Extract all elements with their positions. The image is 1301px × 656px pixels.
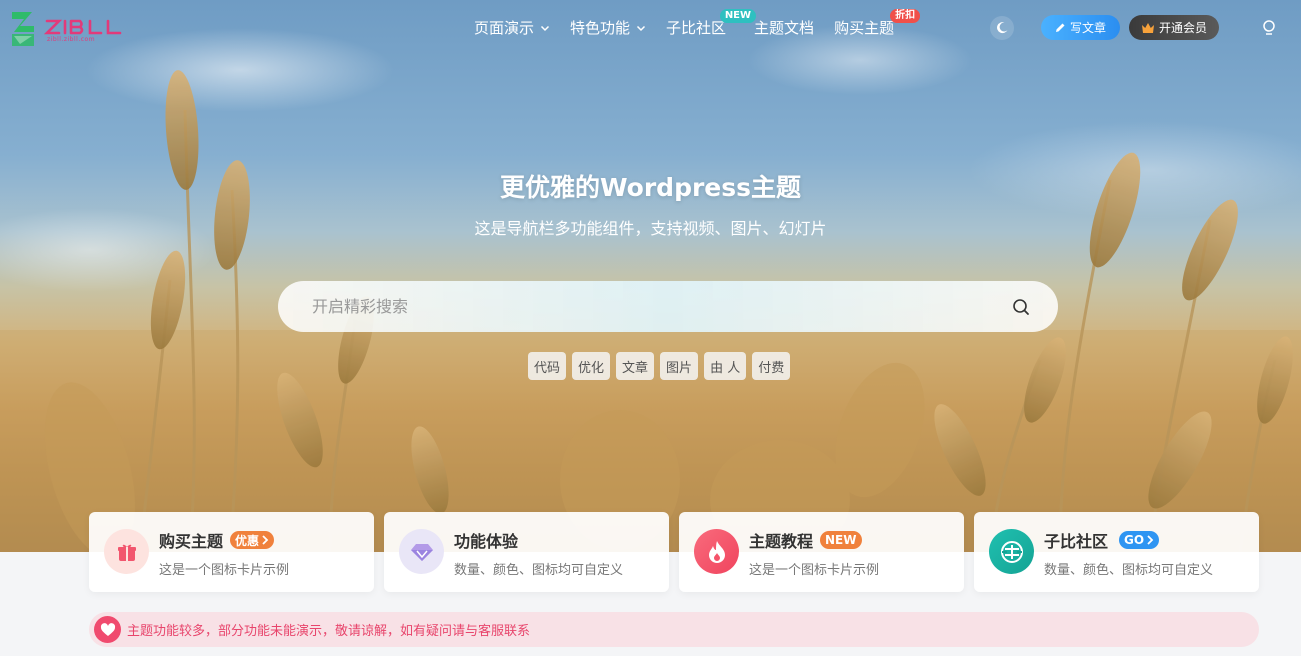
nav-item-buy[interactable]: 购买主题 折扣 <box>834 9 921 38</box>
card-icon-wrap <box>694 529 739 574</box>
card-title-wrap: 购买主题 优惠 <box>159 528 275 552</box>
card-buy-theme[interactable]: 购买主题 优惠 这是一个图标卡片示例 <box>89 512 374 592</box>
card-theme-tutorial[interactable]: 主题教程 NEW 这是一个图标卡片示例 <box>679 512 964 592</box>
chevron-down-icon <box>637 25 646 31</box>
card-title: 主题教程 <box>749 532 814 551</box>
search-button[interactable] <box>1010 296 1032 318</box>
card-icon-wrap <box>989 529 1034 574</box>
card-title-wrap: 子比社区 GO <box>1044 528 1160 552</box>
new-badge: NEW <box>719 9 757 23</box>
nav-item-docs[interactable]: 主题文档 <box>754 17 814 38</box>
crown-icon <box>1141 22 1154 33</box>
search-input[interactable] <box>278 281 1010 332</box>
search-tag[interactable]: 图片 <box>660 352 699 380</box>
site-logo[interactable]: zibll.zibll.com <box>10 10 126 48</box>
card-icon-wrap <box>104 529 149 574</box>
fire-icon <box>708 540 725 563</box>
card-icon-wrap <box>399 529 444 574</box>
search-box <box>278 281 1058 332</box>
open-vip-button[interactable]: 开通会员 <box>1129 15 1219 40</box>
user-button[interactable] <box>1258 17 1280 39</box>
search-hot-tags: 代码 优化 文章 图片 由 人 付费 <box>528 352 796 380</box>
icon-cards: 购买主题 优惠 这是一个图标卡片示例 功能体验 数量、颜色、图标均可自定义 主题… <box>89 512 1259 592</box>
write-article-button[interactable]: 写文章 <box>1041 15 1120 40</box>
nav-item-label: 特色功能 <box>570 19 631 37</box>
nav-item-label: 购买主题 <box>834 19 895 37</box>
card-description: 数量、颜色、图标均可自定义 <box>454 563 624 578</box>
vip-button-label: 开通会员 <box>1158 21 1207 35</box>
card-description: 这是一个图标卡片示例 <box>749 563 880 578</box>
card-badge-label: GO <box>1124 533 1145 547</box>
chevron-down-icon <box>540 25 550 31</box>
chevron-right-icon <box>1147 535 1154 545</box>
logo-subtitle: zibll.zibll.com <box>47 36 96 43</box>
card-feature-experience[interactable]: 功能体验 数量、颜色、图标均可自定义 <box>384 512 669 592</box>
nav-item-community[interactable]: 子比社区 NEW <box>666 9 757 38</box>
nav-item-features[interactable]: 特色功能 <box>570 17 646 38</box>
card-title-wrap: 功能体验 <box>454 528 518 552</box>
site-header: zibll.zibll.com 页面演示 特色功能 子比社区 NEW 主题文档 … <box>0 0 1301 56</box>
hero-subtitle: 这是导航栏多功能组件，支持视频、图片、幻灯片 <box>474 219 827 238</box>
moon-icon <box>997 22 1008 34</box>
search-tag[interactable]: 付费 <box>752 352 791 380</box>
hero-background <box>0 0 1301 552</box>
card-description: 这是一个图标卡片示例 <box>159 563 290 578</box>
notice-text: 主题功能较多，部分功能未能演示，敬请谅解，如有疑问请与客服联系 <box>127 624 531 639</box>
gift-icon <box>117 544 136 561</box>
card-badge-label: 优惠 <box>235 533 260 548</box>
search-tag[interactable]: 优化 <box>572 352 611 380</box>
search-tag[interactable]: 由 人 <box>704 352 747 380</box>
pencil-icon <box>1055 23 1065 32</box>
diamond-icon <box>410 543 433 561</box>
chevron-right-icon <box>262 535 269 545</box>
card-title: 子比社区 <box>1044 532 1109 551</box>
search-tag[interactable]: 文章 <box>616 352 655 380</box>
card-community[interactable]: 子比社区 GO 数量、颜色、图标均可自定义 <box>974 512 1259 592</box>
nav-item-label: 页面演示 <box>474 19 535 37</box>
theme-toggle-button[interactable] <box>990 16 1014 40</box>
nav-item-page-demo[interactable]: 页面演示 <box>474 17 550 38</box>
write-button-label: 写文章 <box>1069 21 1106 35</box>
nav-item-label: 子比社区 <box>666 19 727 37</box>
notice-bar: 主题功能较多，部分功能未能演示，敬请谅解，如有疑问请与客服联系 <box>89 612 1259 647</box>
hero-title: 更优雅的Wordpress主题 <box>499 173 802 202</box>
card-title: 购买主题 <box>159 532 224 551</box>
heart-icon <box>100 622 115 636</box>
search-icon <box>1013 298 1029 315</box>
wheat-field-illustration <box>0 70 1301 552</box>
discount-badge: 折扣 <box>890 9 921 23</box>
card-title-wrap: 主题教程 NEW <box>749 528 862 552</box>
search-tag[interactable]: 代码 <box>528 352 567 380</box>
community-icon <box>1000 540 1023 563</box>
user-icon <box>1263 20 1275 35</box>
card-badge: GO <box>1119 531 1160 549</box>
card-badge: 优惠 <box>230 531 275 549</box>
card-title: 功能体验 <box>454 532 519 551</box>
card-badge-label: NEW <box>825 533 857 547</box>
card-badge: NEW <box>820 531 862 549</box>
notice-icon-wrap <box>94 616 121 643</box>
main-nav: 页面演示 特色功能 子比社区 NEW 主题文档 购买主题 折扣 <box>474 9 921 38</box>
card-description: 数量、颜色、图标均可自定义 <box>1044 563 1214 578</box>
nav-item-label: 主题文档 <box>754 19 815 37</box>
